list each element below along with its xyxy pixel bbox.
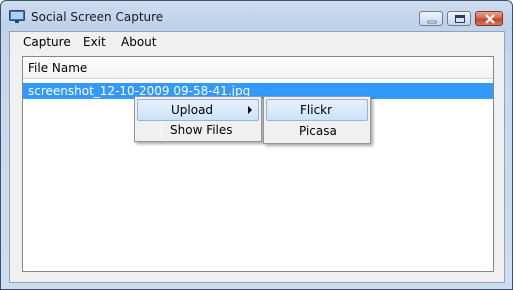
list-header: File Name: [23, 57, 493, 79]
submenu-item-label: Picasa: [299, 124, 337, 138]
maximize-button[interactable]: [447, 11, 471, 26]
file-list[interactable]: File Name screenshot_12-10-2009 09-58-41…: [22, 56, 494, 272]
menu-bar: Capture Exit About: [10, 32, 504, 52]
maximize-icon: [455, 15, 465, 23]
context-menu: Upload Show Files: [134, 96, 262, 142]
app-icon: [9, 10, 25, 23]
submenu-item-flickr[interactable]: Flickr: [266, 99, 368, 121]
menu-about[interactable]: About: [116, 34, 161, 50]
submenu-arrow-icon: [248, 106, 252, 114]
context-item-show-files[interactable]: Show Files: [137, 120, 259, 142]
app-window: Social Screen Capture Capture Exit About: [0, 0, 513, 290]
submenu-item-picasa[interactable]: Picasa: [266, 121, 368, 143]
submenu-item-label: Flickr: [300, 103, 333, 117]
context-item-label: Upload: [171, 103, 214, 117]
close-button[interactable]: [475, 11, 503, 26]
context-item-upload[interactable]: Upload: [137, 99, 259, 121]
title-bar[interactable]: Social Screen Capture: [1, 1, 512, 31]
context-item-label: Show Files: [170, 123, 233, 137]
minimize-icon: [427, 20, 437, 24]
client-area: Capture Exit About File Name screenshot_…: [9, 31, 505, 283]
menu-exit[interactable]: Exit: [78, 34, 111, 50]
column-file-name[interactable]: File Name: [28, 61, 87, 75]
minimize-button[interactable]: [419, 11, 443, 26]
upload-submenu: Flickr Picasa: [263, 96, 371, 144]
close-icon: [485, 14, 495, 24]
menu-capture[interactable]: Capture: [18, 34, 76, 50]
window-title: Social Screen Capture: [31, 10, 164, 24]
